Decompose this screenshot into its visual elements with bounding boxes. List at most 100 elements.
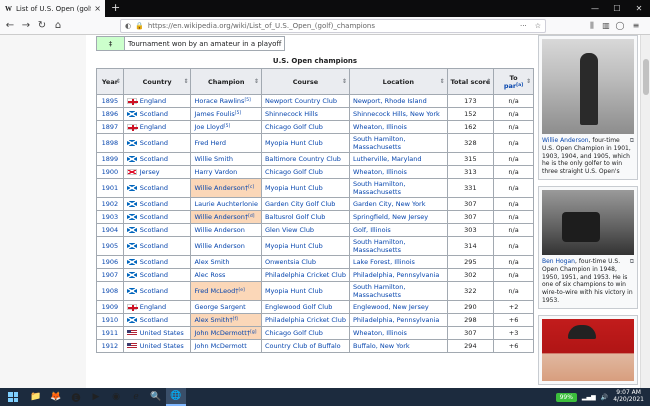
column-header-course[interactable]: Course ⇕ — [260, 68, 350, 95]
footnote-ref[interactable]: [g] — [250, 330, 256, 335]
location-cell[interactable]: Lutherville, Maryland — [348, 152, 448, 166]
home-icon[interactable]: ⌂ — [51, 19, 65, 33]
champion-cell[interactable]: John McDermott — [190, 339, 262, 353]
year-cell[interactable]: 1900 — [96, 165, 124, 179]
footnote-ref[interactable]: [d] — [248, 214, 254, 219]
country-cell[interactable]: Scotland — [122, 197, 192, 211]
location-cell[interactable]: Golf, Illinois — [348, 223, 448, 237]
location-link[interactable]: Lutherville, Maryland — [353, 155, 422, 163]
photo-jack-nicklaus[interactable] — [542, 318, 634, 381]
country-link[interactable]: Scotland — [140, 200, 168, 208]
champion-link[interactable]: Joe Lloyd — [194, 123, 223, 131]
champion-cell[interactable]: Willie Anderson — [190, 223, 262, 237]
location-link[interactable]: South Hamilton, Massachusetts — [353, 283, 405, 299]
course-link[interactable]: Glen View Club — [265, 226, 314, 234]
course-cell[interactable]: Newport Country Club — [260, 94, 350, 108]
location-link[interactable]: Buffalo, New York — [353, 342, 410, 350]
country-link[interactable]: Jersey — [140, 168, 160, 176]
country-cell[interactable]: Scotland — [122, 236, 192, 256]
country-link[interactable]: Scotland — [140, 287, 168, 295]
location-link[interactable]: Wheaton, Illinois — [353, 329, 407, 337]
course-link[interactable]: Philadelphia Cricket Club — [265, 316, 346, 324]
course-cell[interactable]: Baltusrol Golf Club — [260, 210, 350, 224]
bookmark-star-icon[interactable]: ☆ — [535, 22, 545, 30]
column-header-to-par[interactable]: To par[a] ⇕ — [493, 68, 534, 95]
year-link[interactable]: 1904 — [102, 226, 119, 234]
year-cell[interactable]: 1906 — [96, 255, 124, 269]
maximize-button[interactable]: ☐ — [606, 0, 628, 17]
course-cell[interactable]: Country Club of Buffalo — [260, 339, 350, 353]
course-link[interactable]: Onwentsia Club — [265, 258, 316, 266]
country-cell[interactable]: United States — [122, 339, 192, 353]
country-link[interactable]: Scotland — [140, 258, 168, 266]
course-cell[interactable]: Glen View Club — [260, 223, 350, 237]
location-link[interactable]: Wheaton, Illinois — [353, 123, 407, 131]
course-cell[interactable]: Shinnecock Hills — [260, 107, 350, 121]
location-link[interactable]: Shinnecock Hills, New York — [353, 110, 440, 118]
year-link[interactable]: 1896 — [102, 110, 119, 118]
location-link[interactable]: South Hamilton, Massachusetts — [353, 135, 405, 151]
year-cell[interactable]: 1898 — [96, 133, 124, 153]
champion-link[interactable]: John McDermott† — [194, 329, 250, 337]
champion-cell[interactable]: Fred McLeod†[e] — [190, 281, 262, 301]
course-link[interactable]: Myopia Hunt Club — [265, 139, 323, 147]
sort-icon[interactable]: ⇕ — [116, 78, 121, 85]
location-cell[interactable]: South Hamilton, Massachusetts — [348, 236, 448, 256]
course-link[interactable]: Garden City Golf Club — [265, 200, 335, 208]
course-link[interactable]: Chicago Golf Club — [265, 168, 323, 176]
champion-cell[interactable]: Harry Vardon — [190, 165, 262, 179]
firefox-active-icon[interactable]: 🌐 — [166, 388, 186, 406]
enlarge-icon[interactable]: ⧉ — [630, 258, 634, 266]
course-cell[interactable]: Garden City Golf Club — [260, 197, 350, 211]
champion-link[interactable]: Horace Rawlins — [194, 97, 244, 105]
page-actions-icon[interactable]: ··· — [520, 22, 531, 30]
search-icon[interactable]: 🔍 — [146, 388, 166, 406]
course-cell[interactable]: Chicago Golf Club — [260, 165, 350, 179]
year-link[interactable]: 1901 — [102, 184, 119, 192]
country-link[interactable]: Scotland — [140, 242, 168, 250]
year-cell[interactable]: 1910 — [96, 313, 124, 327]
start-button[interactable] — [0, 388, 26, 406]
course-link[interactable]: Englewood Golf Club — [265, 303, 332, 311]
scrollbar-thumb[interactable] — [643, 59, 649, 95]
country-cell[interactable]: England — [122, 300, 192, 314]
course-link[interactable]: Chicago Golf Club — [265, 123, 323, 131]
close-window-button[interactable]: ✕ — [628, 0, 650, 17]
champion-cell[interactable]: Alec Ross — [190, 268, 262, 282]
country-cell[interactable]: Scotland — [122, 152, 192, 166]
sort-icon[interactable]: ⇕ — [183, 78, 188, 85]
location-cell[interactable]: Shinnecock Hills, New York — [348, 107, 448, 121]
year-link[interactable]: 1903 — [102, 213, 119, 221]
champion-link[interactable]: George Sargent — [194, 303, 245, 311]
location-link[interactable]: South Hamilton, Massachusetts — [353, 180, 405, 196]
champion-cell[interactable]: Horace Rawlins[5] — [190, 94, 262, 108]
champion-link[interactable]: Alex Smith† — [194, 316, 232, 324]
country-link[interactable]: United States — [140, 342, 184, 350]
course-link[interactable]: Philadelphia Cricket Club — [265, 271, 346, 279]
location-cell[interactable]: Philadelphia, Pennsylvania — [348, 268, 448, 282]
country-link[interactable]: England — [140, 303, 166, 311]
champion-cell[interactable]: Willie Anderson — [190, 236, 262, 256]
country-cell[interactable]: United States — [122, 326, 192, 340]
course-cell[interactable]: Philadelphia Cricket Club — [260, 268, 350, 282]
location-cell[interactable]: Springfield, New Jersey — [348, 210, 448, 224]
country-link[interactable]: Scotland — [140, 139, 168, 147]
par-link[interactable]: par — [504, 82, 516, 90]
country-link[interactable]: Scotland — [140, 110, 168, 118]
sort-icon[interactable]: ⇕ — [254, 78, 259, 85]
course-link[interactable]: Baltimore Country Club — [265, 155, 341, 163]
champion-link[interactable]: Fred Herd — [194, 139, 226, 147]
location-link[interactable]: Springfield, New Jersey — [353, 213, 428, 221]
champion-cell[interactable]: Willie Anderson†[c] — [190, 178, 262, 198]
champion-link[interactable]: Alex Smith — [194, 258, 229, 266]
new-tab-button[interactable]: + — [111, 1, 120, 15]
sort-icon[interactable]: ⇕ — [342, 78, 347, 85]
champion-link[interactable]: Willie Anderson — [194, 226, 244, 234]
year-cell[interactable]: 1899 — [96, 152, 124, 166]
year-link[interactable]: 1898 — [102, 139, 119, 147]
country-cell[interactable]: England — [122, 120, 192, 134]
country-link[interactable]: Scotland — [140, 226, 168, 234]
country-link[interactable]: Scotland — [140, 316, 168, 324]
year-cell[interactable]: 1902 — [96, 197, 124, 211]
year-cell[interactable]: 1907 — [96, 268, 124, 282]
